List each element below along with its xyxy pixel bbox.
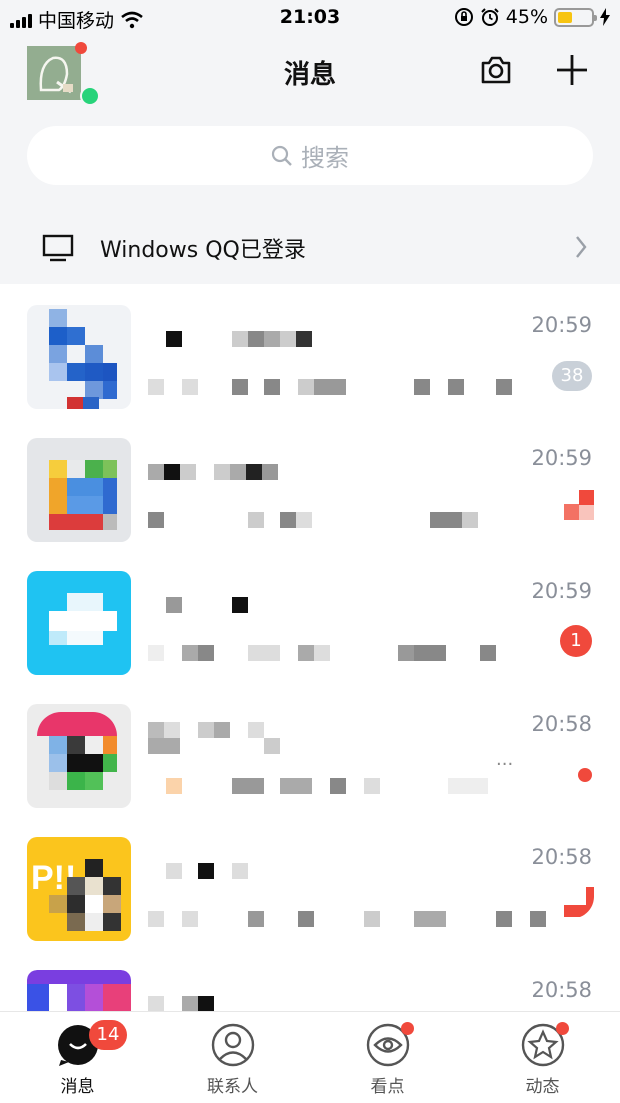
- conversation-item[interactable]: 20:59 38: [0, 287, 620, 420]
- contact-name-redacted: [148, 597, 268, 615]
- tab-messages[interactable]: 14 消息: [0, 1012, 155, 1103]
- unread-count-badge: 1: [560, 625, 592, 657]
- message-preview-redacted: [148, 778, 488, 796]
- search-input[interactable]: 搜索: [27, 126, 593, 185]
- contact-avatar: P!!: [27, 837, 131, 941]
- message-time: 20:59: [531, 446, 592, 470]
- tab-dynamic[interactable]: 动态: [465, 1012, 620, 1103]
- ellipsis-icon: ···: [496, 754, 514, 775]
- message-preview-redacted: [148, 379, 518, 397]
- charging-icon: [600, 8, 610, 26]
- tab-label: 看点: [370, 1077, 405, 1097]
- conversation-item[interactable]: ··· 20:58: [0, 686, 620, 819]
- messages-unread-count: 14: [88, 1020, 128, 1050]
- tab-label: 动态: [525, 1077, 560, 1097]
- message-time: 20:59: [531, 313, 592, 337]
- status-bar: 中国移动 21:03 45%: [0, 0, 620, 36]
- tab-label: 联系人: [207, 1077, 258, 1097]
- tab-contacts[interactable]: 联系人: [155, 1012, 310, 1103]
- dynamic-dot: [555, 1022, 569, 1035]
- unread-dot: [578, 768, 592, 782]
- battery-percent: 45%: [505, 6, 548, 28]
- search-placeholder: 搜索: [301, 144, 349, 172]
- message-preview-redacted: [148, 512, 488, 530]
- unread-badge-redacted: [564, 887, 594, 917]
- contact-name-redacted: [148, 464, 288, 482]
- conversation-item[interactable]: 20:59 1: [0, 553, 620, 686]
- search-icon: [271, 145, 292, 166]
- contact-avatar: [27, 305, 131, 409]
- unread-badge-redacted: [564, 490, 594, 520]
- contact-avatar: [27, 438, 131, 542]
- chevron-right-icon: [576, 236, 587, 258]
- conversation-list: 20:59 38 20:59 20:59 1 ··· 20:58 P!! 20:…: [0, 287, 620, 1085]
- add-button[interactable]: [554, 52, 590, 88]
- plus-icon: [557, 55, 587, 85]
- message-time: 20:59: [531, 579, 592, 603]
- computer-icon: [42, 234, 74, 262]
- header-area: 消息 搜索 Windows QQ已登录: [0, 36, 620, 284]
- rotation-lock-icon: [454, 8, 473, 26]
- alarm-icon: [481, 8, 499, 26]
- tab-label: 消息: [60, 1077, 95, 1097]
- contact-avatar: [27, 704, 131, 808]
- message-time: 20:58: [531, 845, 592, 869]
- unread-count-muted: 38: [552, 361, 592, 391]
- message-time: 20:58: [531, 978, 592, 1002]
- battery-icon: [554, 7, 597, 27]
- conversation-item[interactable]: 20:59: [0, 420, 620, 553]
- message-preview-redacted: [148, 645, 508, 663]
- bottom-tab-bar: 14 消息 联系人 看点 动态: [0, 1011, 620, 1103]
- page-title: 消息: [283, 60, 336, 90]
- contact-avatar: [27, 571, 131, 675]
- contact-name-redacted: [148, 331, 318, 349]
- contacts-icon: [211, 1023, 254, 1067]
- message-time: 20:58: [531, 712, 592, 736]
- notification-dot: [75, 42, 87, 54]
- camera-icon: [481, 56, 511, 84]
- message-preview-redacted: [148, 911, 548, 929]
- contact-name-redacted: [148, 722, 288, 754]
- camera-button[interactable]: [478, 52, 514, 88]
- conversation-item[interactable]: P!! 20:58: [0, 819, 620, 952]
- status-right: 45%: [454, 6, 610, 28]
- pc-login-notice[interactable]: Windows QQ已登录: [0, 212, 620, 284]
- tab-kandian[interactable]: 看点: [310, 1012, 465, 1103]
- kandian-dot: [400, 1022, 414, 1035]
- pc-login-text: Windows QQ已登录: [100, 238, 306, 263]
- contact-name-redacted: [148, 863, 268, 881]
